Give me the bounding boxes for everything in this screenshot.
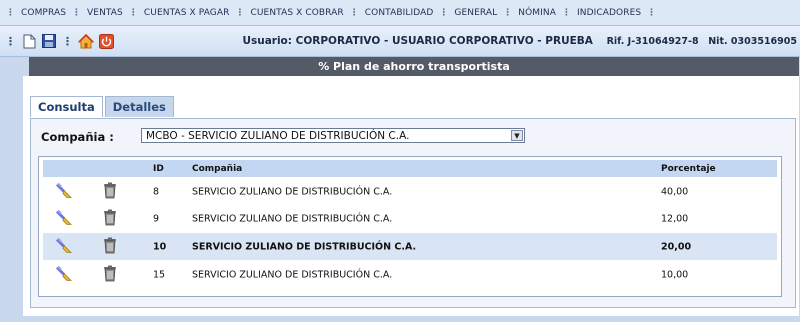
trash-icon[interactable]: [103, 182, 117, 202]
edit-brush-icon[interactable]: [55, 265, 73, 284]
trash-icon[interactable]: [103, 209, 117, 229]
tab-consulta[interactable]: Consulta: [30, 96, 103, 117]
company-select[interactable]: MCBO - SERVICIO ZULIANO DE DISTRIBUCIÓN …: [141, 128, 525, 143]
save-icon[interactable]: [41, 33, 57, 49]
table-row[interactable]: 9 SERVICIO ZULIANO DE DISTRIBUCIÓN C.A. …: [43, 205, 777, 232]
menu-item-contabilidad[interactable]: CONTABILIDAD: [365, 8, 434, 18]
menu-item-indicadores[interactable]: INDICADORES: [577, 8, 641, 18]
menu-separator: ⋮: [439, 7, 449, 18]
row-company: SERVICIO ZULIANO DE DISTRIBUCIÓN C.A.: [192, 269, 393, 280]
user-info: Usuario: CORPORATIVO - USUARIO CORPORATI…: [242, 35, 797, 47]
nit-label: Nit. 0303516905: [708, 36, 797, 47]
tab-detalles[interactable]: Detalles: [104, 96, 174, 117]
power-icon[interactable]: [98, 33, 114, 49]
menu-separator: ⋮: [6, 7, 15, 18]
trash-icon[interactable]: [103, 237, 117, 257]
menu-separator: ⋮: [235, 7, 245, 18]
tab-content: Compañia : MCBO - SERVICIO ZULIANO DE DI…: [30, 118, 796, 308]
menu-item-cuentas-x-cobrar[interactable]: CUENTAS X COBRAR: [250, 8, 343, 18]
company-select-value: MCBO - SERVICIO ZULIANO DE DISTRIBUCIÓN …: [146, 129, 410, 142]
company-filter-label: Compañia :: [41, 130, 114, 144]
user-label: Usuario: CORPORATIVO - USUARIO CORPORATI…: [242, 35, 593, 47]
row-percentage: 20,00: [661, 241, 692, 252]
row-percentage: 40,00: [661, 186, 689, 197]
row-id: 10: [153, 241, 167, 252]
page-title: % Plan de ahorro transportista: [318, 60, 510, 73]
page-title-bar: % Plan de ahorro transportista: [29, 57, 799, 76]
header-company[interactable]: Compañia: [192, 164, 242, 174]
table-row-selected[interactable]: 10 SERVICIO ZULIANO DE DISTRIBUCIÓN C.A.…: [43, 233, 777, 260]
menu-item-cuentas-x-pagar[interactable]: CUENTAS X PAGAR: [144, 8, 230, 18]
tab-bar: Consulta Detalles: [30, 96, 176, 117]
new-document-icon[interactable]: [21, 33, 37, 49]
header-percentage[interactable]: Porcentaje: [661, 164, 716, 174]
menu-separator: ⋮: [72, 7, 82, 18]
toolbar: ⋮ ⋮ Usuario: CORPORATIVO - USUARIO CORPO…: [0, 26, 800, 57]
menu-separator: ⋮: [503, 7, 513, 18]
menu-item-ventas[interactable]: VENTAS: [87, 8, 123, 18]
edit-brush-icon[interactable]: [55, 182, 73, 201]
trash-icon[interactable]: [103, 265, 117, 285]
chevron-down-icon[interactable]: ▼: [511, 130, 523, 141]
menu-separator: ⋮: [647, 7, 657, 18]
row-company: SERVICIO ZULIANO DE DISTRIBUCIÓN C.A.: [192, 241, 417, 252]
row-percentage: 10,00: [661, 269, 689, 280]
main-menu-bar: ⋮ COMPRAS ⋮ VENTAS ⋮ CUENTAS X PAGAR ⋮ C…: [0, 0, 800, 26]
home-icon[interactable]: [78, 33, 94, 49]
row-percentage: 12,00: [661, 213, 689, 224]
edit-brush-icon[interactable]: [55, 237, 73, 256]
header-id[interactable]: ID: [153, 164, 164, 174]
table-row[interactable]: 8 SERVICIO ZULIANO DE DISTRIBUCIÓN C.A. …: [43, 178, 777, 205]
menu-item-nomina[interactable]: NÓMINA: [518, 8, 556, 18]
grid-header-row: ID Compañia Porcentaje: [43, 160, 777, 177]
rif-label: Rif. J-31064927-8: [606, 36, 699, 47]
edit-brush-icon[interactable]: [55, 209, 73, 228]
menu-separator: ⋮: [561, 7, 571, 18]
row-id: 8: [153, 186, 160, 197]
toolbar-separator: ⋮: [62, 34, 73, 48]
toolbar-separator: ⋮: [5, 34, 16, 48]
menu-separator: ⋮: [349, 7, 359, 18]
menu-separator: ⋮: [128, 7, 138, 18]
menu-item-general[interactable]: GENERAL: [454, 8, 497, 18]
main-panel: Consulta Detalles Compañia : MCBO - SERV…: [23, 76, 799, 316]
menu-item-compras[interactable]: COMPRAS: [21, 8, 66, 18]
table-row[interactable]: 15 SERVICIO ZULIANO DE DISTRIBUCIÓN C.A.…: [43, 261, 777, 288]
row-company: SERVICIO ZULIANO DE DISTRIBUCIÓN C.A.: [192, 213, 393, 224]
row-company: SERVICIO ZULIANO DE DISTRIBUCIÓN C.A.: [192, 186, 393, 197]
row-id: 9: [153, 213, 160, 224]
data-grid: ID Compañia Porcentaje 8 SERVICIO ZULIAN…: [38, 156, 782, 297]
row-id: 15: [153, 269, 166, 280]
